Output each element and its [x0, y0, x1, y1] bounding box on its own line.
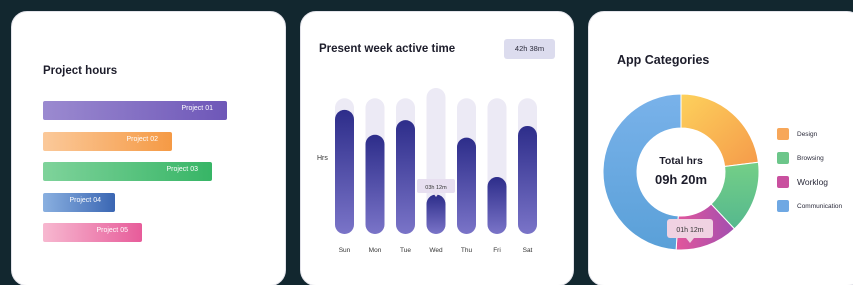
legend-label: Worklog [797, 177, 829, 187]
legend-swatch [777, 176, 789, 188]
donut-center-value: 09h 20m [655, 172, 707, 187]
day-label-sun: Sun [339, 247, 351, 254]
app-categories-donut: Total hrs 09h 20m 01h 12m [602, 93, 760, 251]
legend-label: Design [797, 130, 818, 138]
project-hours-title: Project hours [43, 65, 118, 77]
day-label-sat: Sat [523, 247, 533, 254]
day-label-wed: Wed [429, 247, 443, 254]
legend-item-communication[interactable]: Communication [777, 200, 842, 212]
bar-sat[interactable] [518, 125, 537, 234]
legend-swatch [777, 128, 789, 140]
day-label-mon: Mon [369, 247, 382, 254]
project-bar-5[interactable]: Project 05 [43, 223, 142, 242]
project-bar-label: Project 05 [96, 227, 128, 234]
project-bar-1[interactable]: Project 01 [43, 101, 227, 120]
day-label-thu: Thu [461, 247, 473, 254]
project-bar-2[interactable]: Project 02 [43, 131, 172, 151]
bar-tooltip: 03h 12m [417, 179, 455, 197]
legend-label: Communication [797, 202, 843, 210]
project-bar-label: Project 01 [181, 105, 213, 112]
legend-swatch [777, 200, 789, 212]
day-label-fri: Fri [493, 247, 501, 254]
app-categories-card: App Categories Total hrs 09h 20m 01h 12m… [588, 11, 853, 285]
day-label-tue: Tue [400, 247, 411, 254]
bar-sun[interactable] [335, 109, 354, 234]
worklog-tooltip-text: 01h 12m [676, 227, 703, 234]
legend-label: Browsing [797, 154, 824, 162]
weekly-bar-chart: Sun Mon Tue Wed Thu Fri Sat 03h 12m [335, 88, 537, 254]
legend-item-design[interactable]: Design [777, 128, 817, 140]
bar-tue[interactable] [396, 120, 415, 234]
project-bar-label: Project 04 [69, 196, 101, 204]
bar-thu[interactable] [457, 137, 476, 234]
project-bar-3[interactable]: Project 03 [43, 162, 212, 181]
weekly-activity-card: Present week active time 42h 38m Hrs Sun… [300, 11, 574, 285]
project-bar-label: Project 02 [126, 135, 158, 143]
donut-center-title: Total hrs [659, 155, 703, 167]
project-bar-label: Project 03 [166, 166, 198, 173]
bar-mon[interactable] [365, 134, 385, 234]
legend-swatch [777, 152, 789, 164]
legend-item-browsing[interactable]: Browsing [777, 152, 824, 164]
bar-fri[interactable] [487, 177, 507, 234]
bar-tooltip-text: 03h 12m [425, 185, 447, 191]
project-bar-4[interactable]: Project 04 [43, 192, 115, 212]
bar-wed[interactable] [426, 194, 446, 234]
project-hours-card: Project hours Project 01 Project 02 Projec… [11, 11, 286, 285]
legend-item-worklog[interactable]: Worklog [777, 176, 828, 188]
